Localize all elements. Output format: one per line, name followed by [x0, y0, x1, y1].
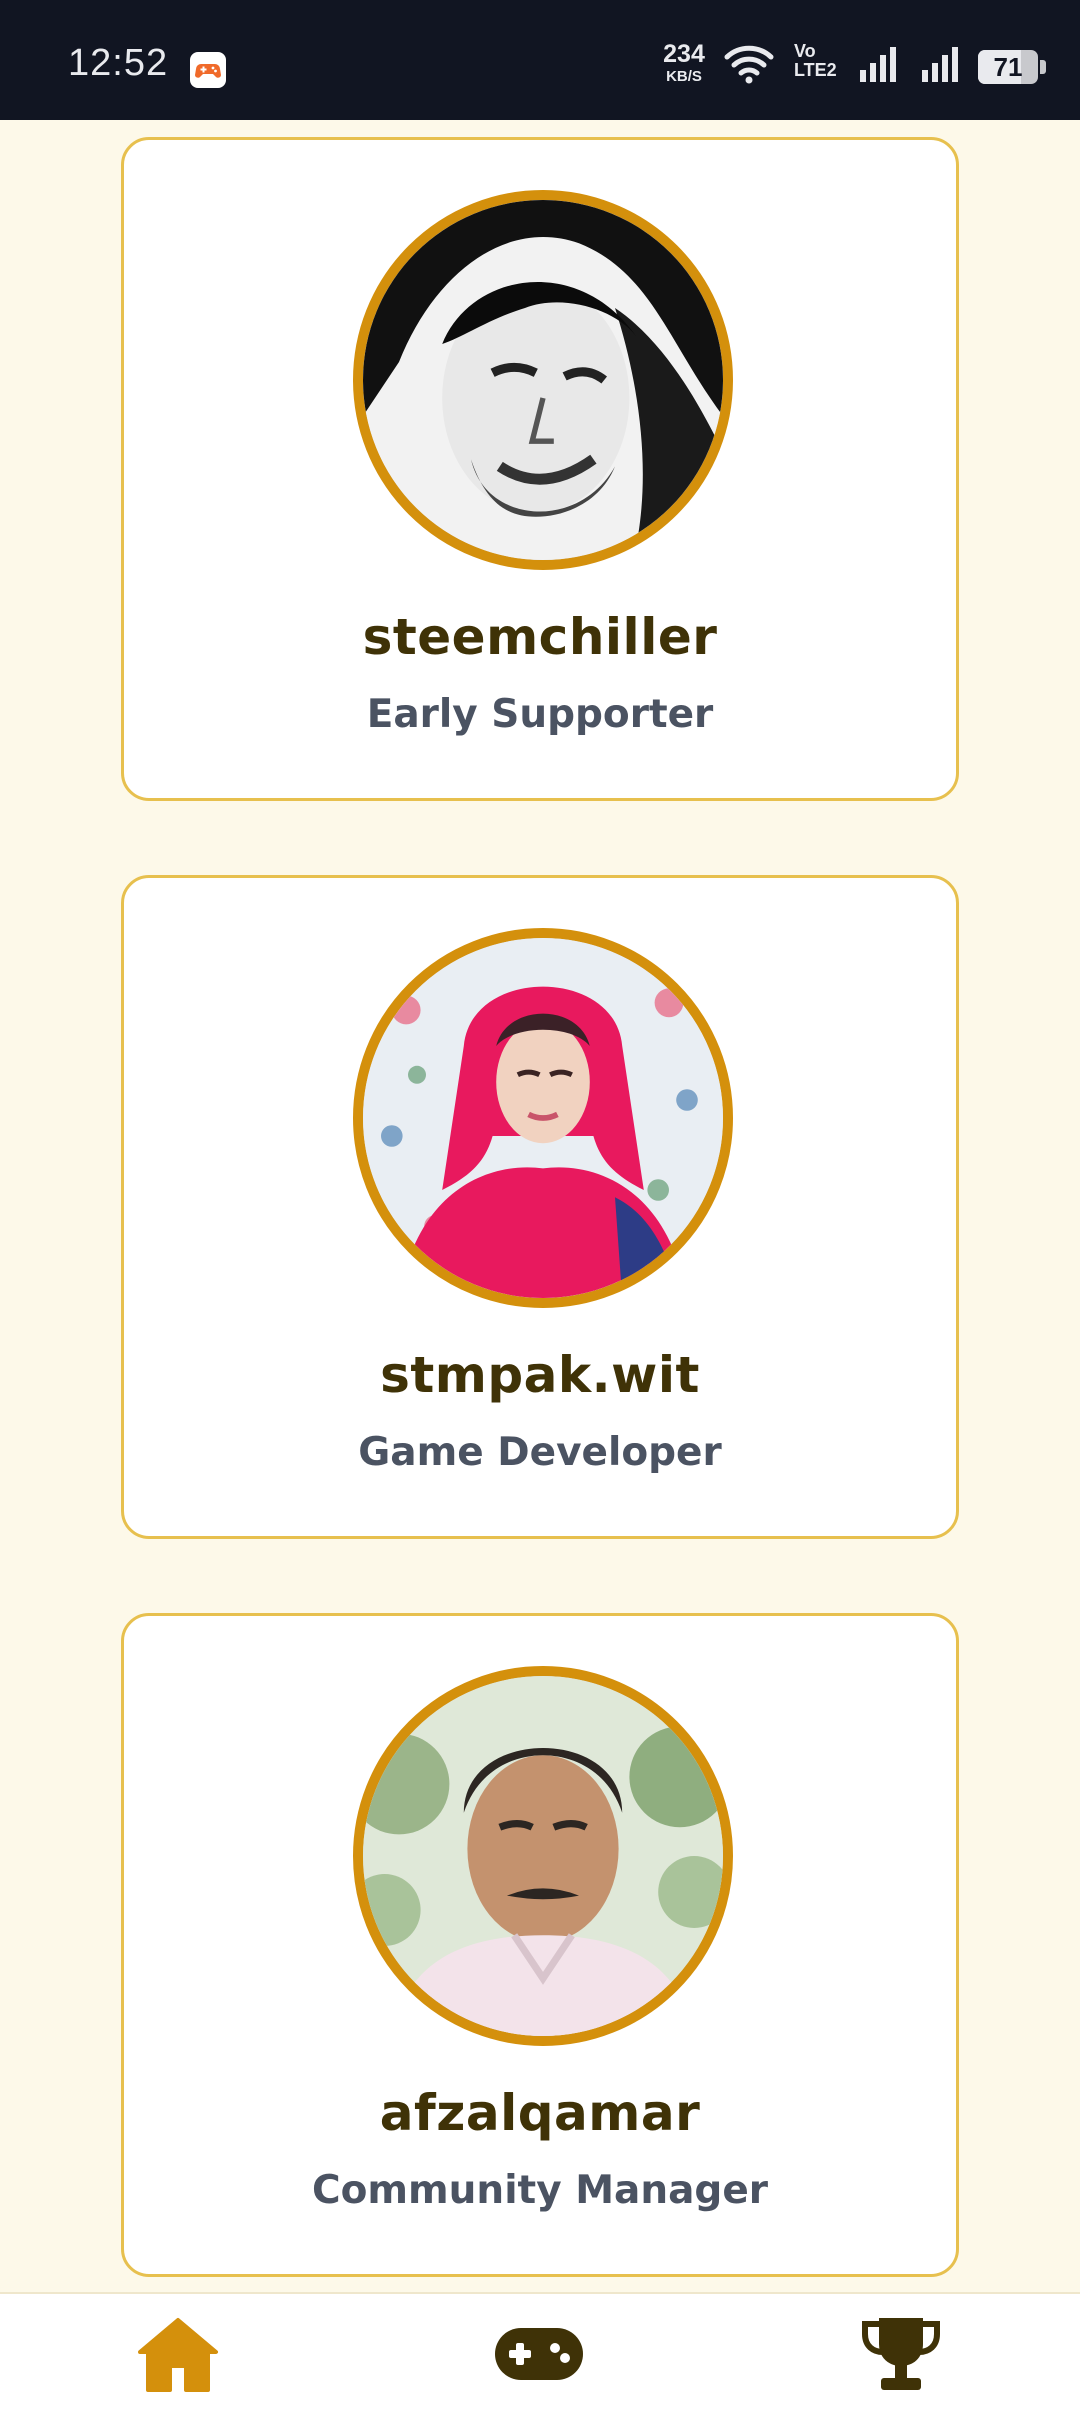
bottom-navigation	[0, 2292, 1080, 2412]
trophy-icon	[859, 2314, 943, 2398]
member-role: Game Developer	[358, 1430, 722, 1475]
team-member-card: afzalqamar Community Manager	[121, 1613, 959, 2277]
member-role: Early Supporter	[366, 692, 714, 737]
home-icon	[136, 2316, 220, 2396]
battery-level: 71	[993, 51, 1023, 82]
signal-icon	[920, 46, 962, 86]
status-time: 12:52	[68, 42, 169, 84]
avatar	[353, 190, 733, 570]
wifi-icon	[724, 44, 774, 88]
member-name: stmpak.wit	[380, 1346, 700, 1404]
member-role: Community Manager	[311, 2168, 769, 2213]
member-name: afzalqamar	[379, 2084, 701, 2142]
volte-indicator: Vo LTE2	[794, 41, 837, 80]
member-name: steemchiller	[362, 608, 718, 666]
avatar	[353, 1666, 733, 2046]
avatar	[353, 928, 733, 1308]
status-bar: 12:52 234 KB/S Vo LTE2 71	[0, 0, 1080, 120]
nav-home-button[interactable]	[128, 2314, 228, 2398]
team-member-card: stmpak.wit Game Developer	[121, 875, 959, 1539]
nav-games-button[interactable]	[489, 2314, 589, 2398]
team-member-card: steemchiller Early Supporter	[121, 137, 959, 801]
network-speed: 234 KB/S	[663, 40, 705, 85]
team-list[interactable]: steemchiller Early Supporter stmpak.wit …	[0, 120, 1080, 2292]
gamepad-icon	[493, 2326, 585, 2386]
nav-leaderboard-button[interactable]	[851, 2314, 951, 2398]
signal-icon	[858, 46, 900, 86]
game-controller-icon	[190, 52, 226, 88]
battery-icon: 71	[978, 50, 1046, 84]
